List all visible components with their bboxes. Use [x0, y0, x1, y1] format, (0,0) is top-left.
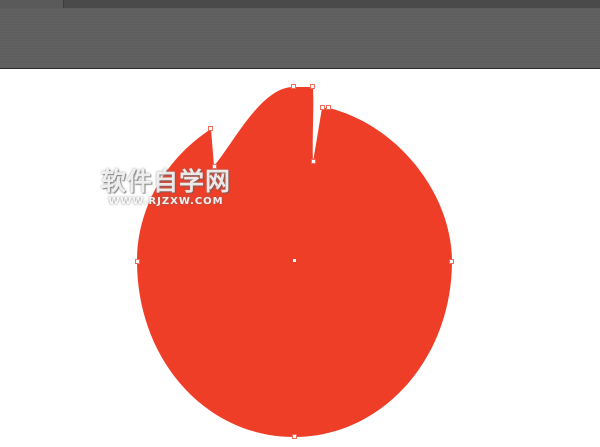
anchor-point[interactable]: [311, 159, 316, 164]
anchor-point[interactable]: [292, 434, 297, 439]
anchor-point[interactable]: [310, 84, 315, 89]
watermark-title: 软件自学网: [100, 167, 231, 196]
watermark: 软件自学网 WWW.RJZXW.COM: [94, 168, 238, 208]
window-top-strip: [0, 0, 600, 8]
control-toolbar: [0, 8, 600, 69]
anchor-point[interactable]: [320, 105, 325, 110]
watermark-url: WWW.RJZXW.COM: [108, 196, 224, 207]
artboard-canvas[interactable]: 软件自学网 WWW.RJZXW.COM: [0, 70, 600, 447]
document-tab[interactable]: [0, 0, 64, 8]
anchor-point[interactable]: [326, 105, 331, 110]
artwork-svg: [135, 84, 454, 439]
shape-center-point: [293, 259, 296, 262]
anchor-point[interactable]: [135, 259, 140, 264]
anchor-point[interactable]: [291, 84, 296, 89]
anchor-point[interactable]: [449, 259, 454, 264]
anchor-point[interactable]: [208, 126, 213, 131]
